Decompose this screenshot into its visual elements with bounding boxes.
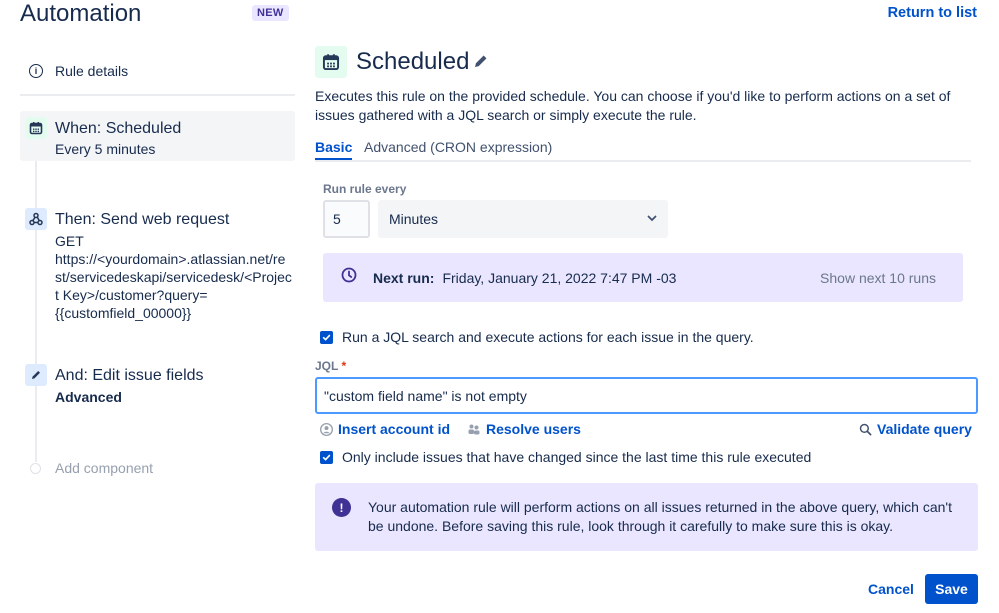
next-run-banner: Next run: Friday, January 21, 2022 7:47 … xyxy=(323,253,963,302)
insert-account-id-label: Insert account id xyxy=(338,421,451,437)
resolve-users-label: Resolve users xyxy=(486,421,581,437)
step-subtitle: Advanced xyxy=(55,389,122,405)
sidebar-divider xyxy=(20,94,295,96)
run-every-label: Run rule every xyxy=(323,182,407,196)
new-badge: NEW xyxy=(252,5,289,21)
jql-search-checkbox[interactable]: Run a JQL search and execute actions for… xyxy=(320,329,754,345)
user-icon xyxy=(320,422,333,436)
add-component-dot-icon xyxy=(30,462,41,474)
add-component-button[interactable]: Add component xyxy=(30,460,153,476)
step-subtitle-line: GET xyxy=(55,233,84,249)
step-subtitle-line: {{customfield_00000}} xyxy=(55,305,192,321)
app-title: Automation xyxy=(20,0,142,27)
sidebar: i Rule details xyxy=(20,54,295,96)
rule-details-item[interactable]: i Rule details xyxy=(20,54,295,88)
step-title: When: Scheduled xyxy=(55,120,182,137)
sidebar-step-send-web-request[interactable]: Then: Send web request GET https://<your… xyxy=(20,208,295,321)
exclamation-icon: ! xyxy=(332,498,351,517)
required-asterisk: * xyxy=(341,359,347,373)
rule-details-label: Rule details xyxy=(55,63,129,79)
run-every-unit-select[interactable]: Minutes xyxy=(378,200,668,238)
trigger-description: Executes this rule on the provided sched… xyxy=(315,88,951,123)
step-subtitle: GET https://<yourdomain>.atlassian.net/r… xyxy=(55,232,292,322)
page-title: Scheduled xyxy=(356,48,470,75)
validate-query-link[interactable]: Validate query xyxy=(859,421,972,437)
next-run-value: Friday, January 21, 2022 7:47 PM -03 xyxy=(442,269,677,286)
checkmark-icon[interactable] xyxy=(320,330,333,344)
next-run-label: Next run: xyxy=(373,269,435,286)
run-every-number-input[interactable] xyxy=(323,200,370,238)
cancel-button[interactable]: Cancel xyxy=(866,574,916,604)
save-button[interactable]: Save xyxy=(925,574,978,604)
chevron-down-icon xyxy=(646,211,658,227)
step-subtitle-line: https://<yourdomain>.atlassian.net/re xyxy=(55,251,286,267)
step-subtitle-line: st/servicedeskapi/servicedesk/<Projec xyxy=(55,269,292,285)
calendar-icon xyxy=(25,117,47,139)
info-icon: i xyxy=(29,64,43,78)
only-changed-issues-label: Only include issues that have changed si… xyxy=(342,449,812,465)
unit-select-value: Minutes xyxy=(389,211,439,227)
sidebar-step-when-scheduled[interactable]: When: Scheduled Every 5 minutes xyxy=(20,111,295,161)
calendar-icon xyxy=(315,46,347,78)
jql-label-text: JQL xyxy=(315,359,339,373)
schedule-tabs: Basic Advanced (CRON expression) xyxy=(315,139,971,162)
step-subtitle-line: t Key>/customer?query= xyxy=(55,287,208,303)
insert-account-id-link[interactable]: Insert account id xyxy=(320,421,450,437)
step-subtitle: Every 5 minutes xyxy=(55,141,156,157)
warning-text: Your automation rule will perform action… xyxy=(368,499,952,534)
search-icon xyxy=(859,423,872,436)
users-icon xyxy=(467,423,481,435)
clock-icon xyxy=(341,267,357,288)
step-title: Then: Send web request xyxy=(55,211,230,228)
validate-query-label: Validate query xyxy=(877,421,972,437)
show-next-runs-button[interactable]: Show next 10 runs xyxy=(820,270,936,286)
jql-label: JQL * xyxy=(315,359,346,373)
pencil-icon xyxy=(25,364,47,386)
tab-advanced-cron[interactable]: Advanced (CRON expression) xyxy=(364,139,552,155)
webhook-icon xyxy=(25,208,47,230)
tab-basic[interactable]: Basic xyxy=(315,139,353,160)
jql-search-checkbox-label: Run a JQL search and execute actions for… xyxy=(342,329,754,345)
jql-input[interactable] xyxy=(315,377,978,414)
step-title: And: Edit issue fields xyxy=(55,367,204,384)
warning-banner: ! Your automation rule will perform acti… xyxy=(315,483,978,551)
edit-title-pencil-icon[interactable] xyxy=(473,53,489,74)
resolve-users-link[interactable]: Resolve users xyxy=(467,421,581,437)
only-changed-issues-checkbox[interactable]: Only include issues that have changed si… xyxy=(320,449,811,465)
return-to-list-link[interactable]: Return to list xyxy=(888,5,977,21)
checkmark-icon[interactable] xyxy=(320,450,333,464)
sidebar-step-edit-issue-fields[interactable]: And: Edit issue fields Advanced xyxy=(20,364,295,408)
add-component-label: Add component xyxy=(55,460,154,476)
